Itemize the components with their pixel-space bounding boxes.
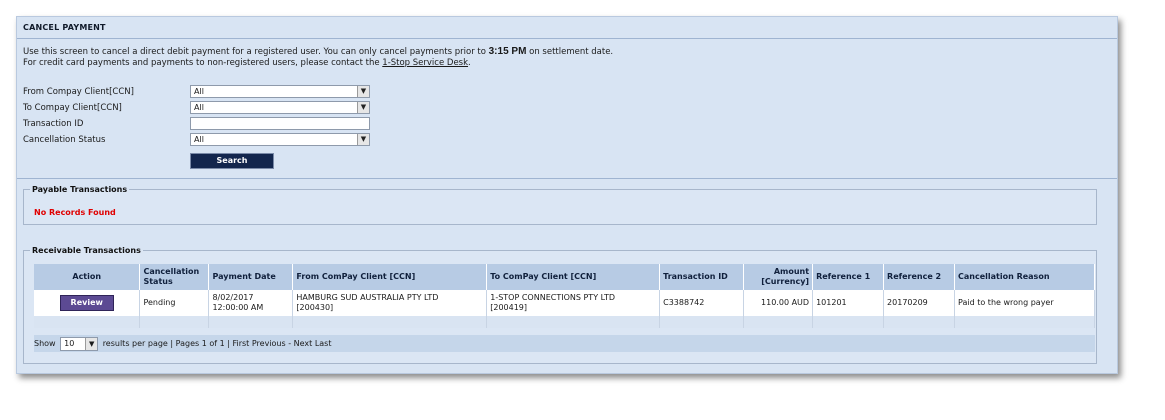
spacer-cell: [486, 316, 661, 328]
chevron-down-icon: ▼: [357, 134, 369, 145]
payment-time: 12:00:00 AM: [212, 303, 264, 312]
page-title: CANCEL PAYMENT: [17, 17, 1117, 39]
search-button[interactable]: Search: [190, 153, 274, 169]
cell-cancellation-reason: Paid to the wrong payer: [954, 290, 1095, 316]
intro-line-1: Use this screen to cancel a direct debit…: [23, 46, 613, 58]
pages-text: Pages 1 of 1 |: [175, 339, 230, 348]
col-reference-1: Reference 1: [812, 264, 885, 290]
intro-line-1-text: Use this screen to cancel a direct debit…: [23, 47, 486, 57]
col-reference-2: Reference 2: [883, 264, 956, 290]
cancellation-status-label: Cancellation Status: [23, 135, 106, 145]
spacer-cell: [812, 316, 885, 328]
to-client-label: To Compay Client[CCN]: [23, 103, 122, 113]
receivable-transactions-legend: Receivable Transactions: [32, 246, 141, 255]
cell-to-client: 1-STOP CONNECTIONS PTY LTD [200419]: [486, 290, 661, 316]
cell-from-client: HAMBURG SUD AUSTRALIA PTY LTD [200430]: [292, 290, 488, 316]
col-from-client: From ComPay Client [CCN]: [292, 264, 488, 290]
cutoff-time: 3:15 PM: [488, 46, 527, 57]
table-header-row: Action Cancellation Status Payment Date …: [34, 264, 1095, 290]
pagination-bar: Show 10 ▼ results per page | Pages 1 of …: [34, 335, 1095, 352]
spacer-cell: [659, 316, 745, 328]
page-size-value: 10: [64, 338, 75, 348]
chevron-down-icon: ▼: [357, 102, 369, 113]
intro-line-2-end: .: [468, 58, 471, 68]
cell-reference-2: 20170209: [883, 290, 956, 316]
table-spacer-row: [34, 316, 1095, 328]
col-payment-date: Payment Date: [208, 264, 294, 290]
from-client-label: From Compay Client[CCN]: [23, 87, 134, 97]
intro-line-2: For credit card payments and payments to…: [23, 58, 613, 69]
cell-status: Pending: [139, 290, 210, 316]
spacer-cell: [883, 316, 956, 328]
spacer-cell: [292, 316, 488, 328]
show-label: Show: [34, 339, 56, 348]
transaction-id-input[interactable]: [190, 117, 370, 130]
intro-text: Use this screen to cancel a direct debit…: [23, 46, 613, 69]
payable-transactions-group: Payable Transactions No Records Found: [23, 185, 1097, 225]
cancel-payment-panel: CANCEL PAYMENT Use this screen to cancel…: [16, 16, 1118, 374]
from-client-value: All: [194, 87, 204, 96]
col-transaction-id: Transaction ID: [659, 264, 745, 290]
payment-date: 8/02/2017: [212, 293, 254, 302]
col-amount-line2: [Currency]: [761, 277, 810, 286]
cell-action: Review: [34, 290, 141, 316]
chevron-down-icon: ▼: [85, 337, 98, 350]
transaction-id-label: Transaction ID: [23, 119, 84, 129]
pagination-nav[interactable]: First Previous - Next Last: [232, 339, 331, 348]
col-action: Action: [34, 264, 141, 290]
spacer-cell: [139, 316, 210, 328]
table-row: Review Pending 8/02/2017 12:00:00 AM HAM…: [34, 290, 1095, 316]
col-cancellation-status: Cancellation Status: [139, 264, 210, 290]
from-client-select[interactable]: All ▼: [190, 85, 370, 98]
cell-payment-date: 8/02/2017 12:00:00 AM: [208, 290, 294, 316]
col-amount: Amount [Currency]: [743, 264, 814, 290]
col-cancellation-status-line2: Status: [143, 277, 173, 286]
from-client-name: HAMBURG SUD AUSTRALIA PTY LTD: [296, 293, 439, 302]
intro-line-1-end: on settlement date.: [529, 47, 614, 57]
chevron-down-icon: ▼: [357, 86, 369, 97]
cancellation-status-value: All: [194, 135, 204, 144]
spacer-cell: [208, 316, 294, 328]
col-to-client: To ComPay Client [CCN]: [486, 264, 661, 290]
from-client-ccn: [200430]: [296, 303, 334, 312]
cell-reference-1: 101201: [812, 290, 885, 316]
receivable-table: Action Cancellation Status Payment Date …: [34, 264, 1095, 328]
intro-line-2-text: For credit card payments and payments to…: [23, 58, 380, 68]
cell-transaction-id: C3388742: [659, 290, 745, 316]
to-client-select[interactable]: All ▼: [190, 101, 370, 114]
col-cancellation-status-line1: Cancellation: [143, 267, 200, 276]
cancellation-status-select[interactable]: All ▼: [190, 133, 370, 146]
to-client-name: 1-STOP CONNECTIONS PTY LTD: [490, 293, 616, 302]
col-cancellation-reason: Cancellation Reason: [954, 264, 1095, 290]
cell-amount: 110.00 AUD: [743, 290, 814, 316]
receivable-transactions-group: Receivable Transactions Action Cancellat…: [23, 246, 1097, 364]
spacer-cell: [954, 316, 1095, 328]
spacer-cell: [34, 316, 141, 328]
spacer-cell: [743, 316, 814, 328]
service-desk-link[interactable]: 1-Stop Service Desk: [382, 58, 468, 68]
divider: [17, 178, 1117, 179]
per-page-text: results per page |: [102, 339, 174, 348]
no-records-message: No Records Found: [34, 208, 116, 217]
to-client-ccn: [200419]: [490, 303, 528, 312]
col-amount-line1: Amount: [773, 267, 810, 276]
review-button[interactable]: Review: [59, 295, 114, 311]
payable-transactions-legend: Payable Transactions: [32, 185, 128, 194]
page-size-select[interactable]: 10 ▼: [60, 336, 99, 351]
to-client-value: All: [194, 103, 204, 112]
